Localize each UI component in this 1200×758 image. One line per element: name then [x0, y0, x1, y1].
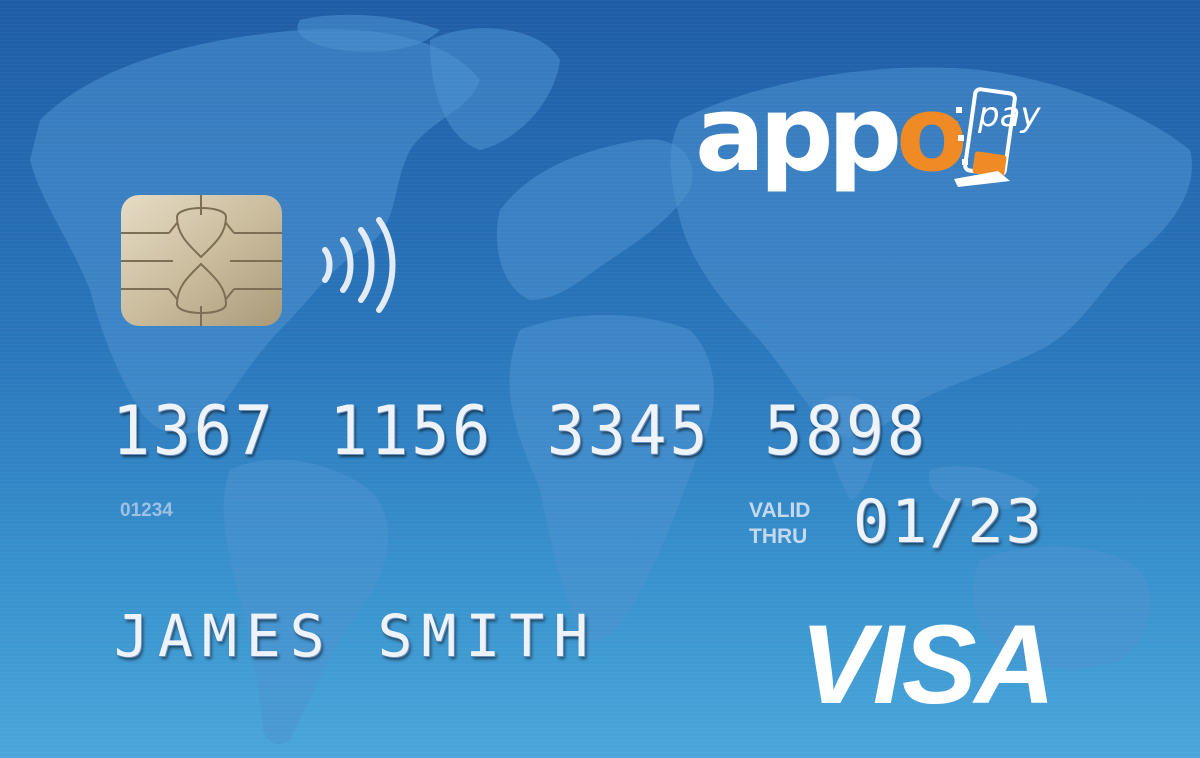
appo-pay-logo: appo pay: [695, 79, 1080, 195]
valid-label-line2: THRU: [749, 525, 808, 548]
visa-logo: VISA: [800, 602, 1055, 727]
valid-label-line1: VALID: [749, 499, 811, 522]
credit-card: appo pay 1367 1156 3345 5898 01234 VALID…: [0, 0, 1200, 758]
emv-chip-icon: [121, 195, 282, 326]
card-number-group-4: 5898: [764, 392, 928, 471]
card-small-code: 01234: [120, 500, 173, 521]
logo-wordmark: appo: [695, 79, 968, 189]
contactless-icon: [322, 217, 396, 313]
card-number-group-1: 1367: [112, 392, 276, 471]
card-number-group-2: 1156: [329, 392, 493, 471]
logo-pay-text: pay: [978, 95, 1041, 135]
card-number: 1367 1156 3345 5898: [112, 392, 982, 471]
card-number-group-3: 3345: [546, 392, 711, 471]
expiry-date: 01/23: [853, 487, 1044, 557]
cardholder-name: JAMES SMITH: [114, 602, 598, 670]
valid-thru-label: VALID THRU: [749, 498, 810, 550]
logo-word-app: app: [695, 73, 902, 195]
